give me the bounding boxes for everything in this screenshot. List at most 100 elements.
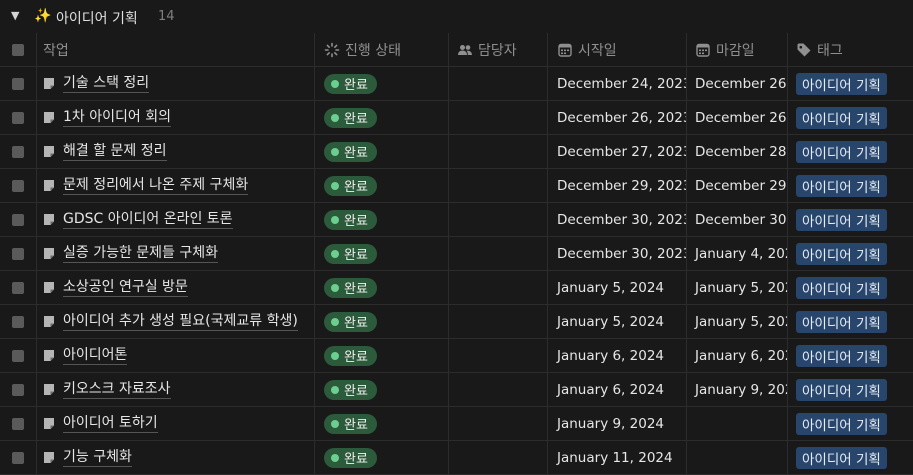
due-date-cell[interactable]: January 6, 2024 bbox=[686, 339, 787, 372]
status-cell[interactable]: 완료 bbox=[314, 441, 448, 474]
tags-cell[interactable]: 아이디어 기획 bbox=[787, 407, 913, 440]
title-cell[interactable]: 아이디어 토하기 bbox=[36, 407, 314, 440]
row-checkbox[interactable] bbox=[12, 281, 24, 294]
tags-cell[interactable]: 아이디어 기획 bbox=[787, 135, 913, 168]
tags-cell[interactable]: 아이디어 기획 bbox=[787, 169, 913, 202]
assignee-cell[interactable] bbox=[448, 67, 547, 100]
tags-cell[interactable]: 아이디어 기획 bbox=[787, 271, 913, 304]
tags-cell[interactable]: 아이디어 기획 bbox=[787, 67, 913, 100]
assignee-cell[interactable] bbox=[448, 169, 547, 202]
due-date-cell[interactable]: December 30, 2023 bbox=[686, 203, 787, 236]
tags-cell[interactable]: 아이디어 기획 bbox=[787, 305, 913, 338]
title-cell[interactable]: 아이디어톤 bbox=[36, 339, 314, 372]
start-date-cell[interactable]: January 6, 2024 bbox=[547, 339, 686, 372]
table-row[interactable]: 해결 할 문제 정리 완료 December 27, 2023 December… bbox=[0, 135, 913, 169]
select-all-checkbox[interactable] bbox=[12, 43, 24, 56]
title-cell[interactable]: 기술 스택 정리 bbox=[36, 67, 314, 100]
due-date-cell[interactable]: January 5, 2024 bbox=[686, 305, 787, 338]
assignee-cell[interactable] bbox=[448, 339, 547, 372]
status-cell[interactable]: 완료 bbox=[314, 101, 448, 134]
column-header-assignee[interactable]: 담당자 bbox=[448, 33, 547, 66]
group-title[interactable]: 아이디어 기획 bbox=[56, 8, 138, 28]
table-row[interactable]: 기술 스택 정리 완료 December 24, 2023 December 2… bbox=[0, 67, 913, 101]
task-title[interactable]: 1차 아이디어 회의 bbox=[63, 109, 171, 127]
column-header-start-date[interactable]: 시작일 bbox=[547, 33, 686, 66]
start-date-cell[interactable]: December 26, 2023 bbox=[547, 101, 686, 134]
table-row[interactable]: 아이디어 토하기 완료 January 9, 2024 아이디어 기획 bbox=[0, 407, 913, 441]
title-cell[interactable]: 문제 정리에서 나온 주제 구체화 bbox=[36, 169, 314, 202]
due-date-cell[interactable]: December 26, 2023 bbox=[686, 101, 787, 134]
status-cell[interactable]: 완료 bbox=[314, 203, 448, 236]
status-cell[interactable]: 완료 bbox=[314, 271, 448, 304]
due-date-cell[interactable]: December 26, 2023 bbox=[686, 67, 787, 100]
assignee-cell[interactable] bbox=[448, 271, 547, 304]
task-title[interactable]: GDSC 아이디어 온라인 토론 bbox=[63, 211, 233, 229]
start-date-cell[interactable]: January 6, 2024 bbox=[547, 373, 686, 406]
start-date-cell[interactable]: December 24, 2023 bbox=[547, 67, 686, 100]
start-date-cell[interactable]: December 30, 2023 bbox=[547, 237, 686, 270]
row-checkbox[interactable] bbox=[12, 451, 24, 464]
task-title[interactable]: 소상공인 연구실 방문 bbox=[63, 279, 188, 297]
task-title[interactable]: 기술 스택 정리 bbox=[63, 75, 150, 93]
title-cell[interactable]: 키오스크 자료조사 bbox=[36, 373, 314, 406]
status-cell[interactable]: 완료 bbox=[314, 373, 448, 406]
start-date-cell[interactable]: January 9, 2024 bbox=[547, 407, 686, 440]
table-row[interactable]: 실증 가능한 문제들 구체화 완료 December 30, 2023 Janu… bbox=[0, 237, 913, 271]
table-row[interactable]: 1차 아이디어 회의 완료 December 26, 2023 December… bbox=[0, 101, 913, 135]
table-row[interactable]: 문제 정리에서 나온 주제 구체화 완료 December 29, 2023 D… bbox=[0, 169, 913, 203]
status-cell[interactable]: 완료 bbox=[314, 305, 448, 338]
tags-cell[interactable]: 아이디어 기획 bbox=[787, 203, 913, 236]
column-header-due-date[interactable]: 마감일 bbox=[686, 33, 787, 66]
title-cell[interactable]: 실증 가능한 문제들 구체화 bbox=[36, 237, 314, 270]
status-cell[interactable]: 완료 bbox=[314, 67, 448, 100]
due-date-cell[interactable]: January 5, 2024 bbox=[686, 271, 787, 304]
row-checkbox[interactable] bbox=[12, 417, 24, 430]
task-title[interactable]: 기능 구체화 bbox=[63, 449, 132, 467]
assignee-cell[interactable] bbox=[448, 441, 547, 474]
row-checkbox[interactable] bbox=[12, 349, 24, 362]
triangle-down-icon[interactable]: ▼ bbox=[11, 9, 19, 22]
table-row[interactable]: 기능 구체화 완료 January 11, 2024 아이디어 기획 bbox=[0, 441, 913, 475]
title-cell[interactable]: 아이디어 추가 생성 필요(국제교류 학생) bbox=[36, 305, 314, 338]
assignee-cell[interactable] bbox=[448, 101, 547, 134]
due-date-cell[interactable]: December 28, 2023 bbox=[686, 135, 787, 168]
task-title[interactable]: 실증 가능한 문제들 구체화 bbox=[63, 245, 219, 263]
assignee-cell[interactable] bbox=[448, 203, 547, 236]
start-date-cell[interactable]: January 11, 2024 bbox=[547, 441, 686, 474]
tags-cell[interactable]: 아이디어 기획 bbox=[787, 237, 913, 270]
title-cell[interactable]: 소상공인 연구실 방문 bbox=[36, 271, 314, 304]
table-row[interactable]: 키오스크 자료조사 완료 January 6, 2024 January 9, … bbox=[0, 373, 913, 407]
assignee-cell[interactable] bbox=[448, 237, 547, 270]
title-cell[interactable]: GDSC 아이디어 온라인 토론 bbox=[36, 203, 314, 236]
assignee-cell[interactable] bbox=[448, 305, 547, 338]
row-checkbox[interactable] bbox=[12, 145, 24, 158]
row-checkbox[interactable] bbox=[12, 383, 24, 396]
tags-cell[interactable]: 아이디어 기획 bbox=[787, 101, 913, 134]
row-checkbox[interactable] bbox=[12, 77, 24, 90]
row-checkbox[interactable] bbox=[12, 315, 24, 328]
title-cell[interactable]: 기능 구체화 bbox=[36, 441, 314, 474]
table-row[interactable]: 소상공인 연구실 방문 완료 January 5, 2024 January 5… bbox=[0, 271, 913, 305]
status-cell[interactable]: 완료 bbox=[314, 169, 448, 202]
start-date-cell[interactable]: December 29, 2023 bbox=[547, 169, 686, 202]
task-title[interactable]: 키오스크 자료조사 bbox=[63, 381, 171, 399]
tags-cell[interactable]: 아이디어 기획 bbox=[787, 441, 913, 474]
table-row[interactable]: 아이디어톤 완료 January 6, 2024 January 6, 2024… bbox=[0, 339, 913, 373]
tags-cell[interactable]: 아이디어 기획 bbox=[787, 373, 913, 406]
task-title[interactable]: 아이디어 토하기 bbox=[63, 415, 158, 433]
tags-cell[interactable]: 아이디어 기획 bbox=[787, 339, 913, 372]
assignee-cell[interactable] bbox=[448, 407, 547, 440]
assignee-cell[interactable] bbox=[448, 135, 547, 168]
row-checkbox[interactable] bbox=[12, 179, 24, 192]
start-date-cell[interactable]: December 27, 2023 bbox=[547, 135, 686, 168]
task-title[interactable]: 해결 할 문제 정리 bbox=[63, 143, 167, 161]
status-cell[interactable]: 완료 bbox=[314, 135, 448, 168]
title-cell[interactable]: 1차 아이디어 회의 bbox=[36, 101, 314, 134]
assignee-cell[interactable] bbox=[448, 373, 547, 406]
due-date-cell[interactable] bbox=[686, 407, 787, 440]
due-date-cell[interactable]: December 29, 2023 bbox=[686, 169, 787, 202]
table-row[interactable]: 아이디어 추가 생성 필요(국제교류 학생) 완료 January 5, 202… bbox=[0, 305, 913, 339]
table-row[interactable]: GDSC 아이디어 온라인 토론 완료 December 30, 2023 De… bbox=[0, 203, 913, 237]
start-date-cell[interactable]: January 5, 2024 bbox=[547, 305, 686, 338]
row-checkbox[interactable] bbox=[12, 247, 24, 260]
